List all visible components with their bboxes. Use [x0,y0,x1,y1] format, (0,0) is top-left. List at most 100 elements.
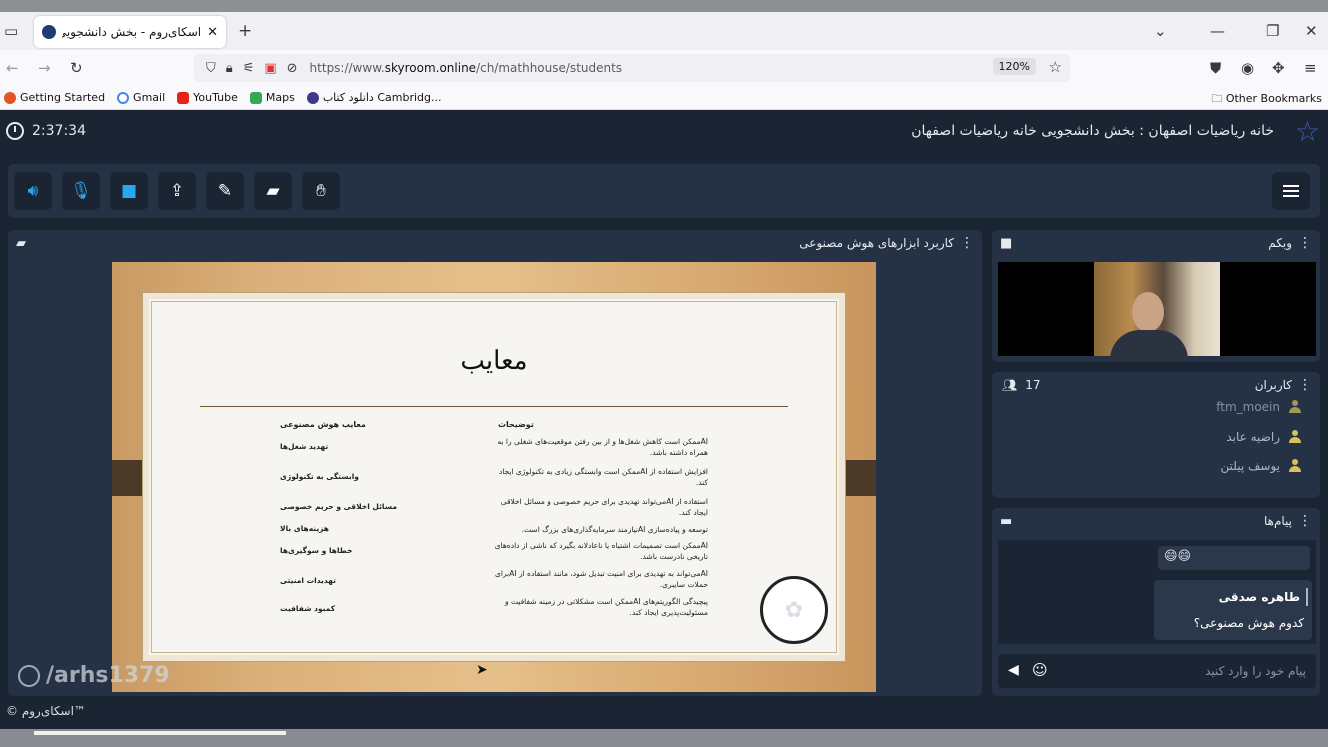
presentation-title: کاربرد ابزارهای هوش مصنوعی [799,236,954,250]
extensions-icon[interactable]: ✥ [1272,58,1285,78]
user-item[interactable]: راضیه عابد [1226,430,1302,444]
mic-blocked-icon[interactable]: ⊘ [287,61,298,76]
row-name: تهدید شغل‌ها [280,442,329,451]
whiteboard-button[interactable]: ✎ [206,172,244,210]
bookmark-star-icon[interactable]: ☆ [1049,58,1062,76]
bookmark-maps[interactable]: Maps [249,91,295,104]
webcam-feed [1094,262,1220,360]
maps-icon [249,91,262,104]
row-desc: توسعه و پیاده‌سازی AIنیازمند سرمایه‌گذار… [521,525,708,534]
bookmark-youtube[interactable]: YouTube [177,91,238,104]
hand-icon: ✋︎ [316,181,326,201]
column-header-descriptions: توضیحات [498,420,534,429]
lock-icon[interactable]: 🔒︎ [226,61,233,76]
row-desc: AIممکن است کاهش شغل‌ها و از بین رفتن موق… [497,437,708,457]
back-arrow-icon[interactable]: ← [6,58,19,78]
forward-arrow-icon[interactable]: → [38,58,51,78]
skyroom-favicon-icon [42,25,56,39]
address-bar[interactable]: ⛉ 🔒︎ ⚟ ▣ ⊘ https://www.skyroom.online/ch… [194,54,1070,82]
screen-share-icon: ⇪ [169,181,185,201]
camera-button[interactable]: ■ [110,172,148,210]
camera-blocked-icon[interactable]: ▣ [264,61,276,76]
window-top-strip [0,0,1328,12]
app-menu-icon[interactable]: ≡ [1304,58,1317,78]
webcam-video[interactable] [998,262,1316,360]
scrollbar-thumb[interactable] [34,731,286,735]
row-name: هزینه‌های بالا [280,524,330,533]
row-desc: AIممکن است تصمیمات اشتباه یا ناعادلانه ب… [494,541,708,561]
message-list[interactable]: 😄😄 طاهره صدقی کدوم هوش مصنوعی؟ [998,540,1316,644]
users-title: کاربران [1254,378,1292,392]
user-count: 👥︎ 17 [1002,378,1041,392]
bookmark-gmail[interactable]: Gmail [117,91,165,104]
room-title: خانه ریاضیات اصفهان : بخش دانشجویی خانه … [911,123,1274,139]
slide-heading: معایب [460,346,528,376]
restore-window-icon[interactable]: ❐ [1266,21,1279,41]
google-icon [117,91,130,104]
tab-overflow-chevron-icon[interactable]: ⌄ [1154,21,1167,41]
column-header-disadvantages: معایب هوش مصنوعی [280,420,366,429]
row-desc: استفاده از AIمی‌تواند تهدیدی برای حریم خ… [500,497,708,517]
chat-icon[interactable]: ▬ [1000,514,1012,529]
video-camera-icon[interactable]: ■ [1000,236,1012,251]
emoji-picker-icon[interactable]: ☺ [1032,661,1048,679]
tab-list-icon[interactable]: ▭ [4,21,18,41]
close-window-icon[interactable]: ✕ [1305,21,1318,41]
messages-menu-icon[interactable]: ⋮ [1298,513,1312,529]
watermark-logo-icon [18,664,40,687]
new-tab-button[interactable]: + [238,21,252,41]
user-item[interactable]: یوسف پیلتن [1220,459,1302,473]
control-toolbar: 🔊︎ 🎙︎ ■ ⇪ ✎ ▰ ✋︎ [8,164,1320,218]
brush-icon: ✎ [217,181,233,201]
presentation-menu-icon[interactable]: ⋮ [960,235,974,251]
tab-bar: ▭ اسکای‌روم - بخش دانشجویی خا ✕ + ⌄ — ❐ … [0,12,1328,50]
horizontal-scrollbar[interactable] [0,729,1328,747]
permissions-icon[interactable]: ⚟ [243,61,255,76]
webcam-panel: ■ وبکم ⋮ [992,230,1320,362]
account-icon[interactable]: ◉ [1241,58,1254,78]
users-panel: 👥︎ 17 کاربران ⋮ ftm_moein راضیه عابد یوسف… [992,372,1320,498]
reload-icon[interactable]: ↻ [70,58,83,78]
microphone-button[interactable]: 🎙︎ [62,172,100,210]
minimize-window-icon[interactable]: — [1210,21,1225,41]
users-menu-icon[interactable]: ⋮ [1298,377,1312,393]
navigation-bar: ← → ↻ ⛉ 🔒︎ ⚟ ▣ ⊘ https://www.skyroom.onl… [0,50,1328,86]
raise-hand-button[interactable]: ✋︎ [302,172,340,210]
speaker-button[interactable]: 🔊︎ [14,172,52,210]
screen-share-button[interactable]: ⇪ [158,172,196,210]
youtube-icon [177,91,190,104]
message-placeholder: پیام خود را وارد کنید [1205,664,1306,678]
pocket-icon[interactable]: ⛊ [1210,58,1221,78]
bookmark-getting-started[interactable]: Getting Started [4,91,105,104]
other-bookmarks[interactable]: 🗀 Other Bookmarks [1211,90,1322,109]
emoji-message: 😄😄 [1158,546,1310,570]
row-name: خطاها و سوگیری‌ها [280,546,353,555]
user-icon [1288,430,1302,444]
message-input[interactable]: پیام خود را وارد کنید ◀ ☺ [998,654,1316,688]
user-item[interactable]: ftm_moein [1216,400,1302,414]
presentation-panel: ▰ کاربرد ابزارهای هوش مصنوعی ⋮ معایب معا… [8,230,982,696]
row-desc: پیچیدگی الگوریتم‌های AIممکن است مشکلاتی … [504,597,708,617]
browser-tab-active[interactable]: اسکای‌روم - بخش دانشجویی خا ✕ [34,16,226,48]
slide-canvas[interactable]: معایب معایب هوش مصنوعی توضیحات تهدید شغل… [112,262,876,692]
close-tab-icon[interactable]: ✕ [207,25,218,40]
row-name: تهدیدات امنیتی [280,576,336,585]
files-button[interactable]: ▰ [254,172,292,210]
message-text: کدوم هوش مصنوعی؟ [1193,616,1304,630]
bookmark-ketab[interactable]: دانلود کتاب Cambridg... [306,91,441,104]
tab-title: اسکای‌روم - بخش دانشجویی خا [62,25,202,39]
mouse-cursor-icon: ➤ [476,662,488,678]
users-icon: 👥︎ [1002,378,1018,392]
clock-icon [6,122,24,140]
messages-title: پیام‌ها [1263,514,1292,528]
zoom-level-badge[interactable]: 120% [992,58,1036,75]
menu-button[interactable] [1272,172,1310,210]
message-author: طاهره صدقی [1218,588,1309,606]
url-text: https://www.skyroom.online/ch/mathhouse/… [309,61,623,75]
row-name: مسائل اخلاقی و حریم خصوصی [280,502,397,511]
row-name: کمبود شفافیت [280,604,336,613]
shield-icon[interactable]: ⛉ [206,61,216,76]
webcam-menu-icon[interactable]: ⋮ [1298,235,1312,251]
send-icon[interactable]: ◀ [1008,662,1019,678]
file-icon[interactable]: ▰ [16,236,26,251]
